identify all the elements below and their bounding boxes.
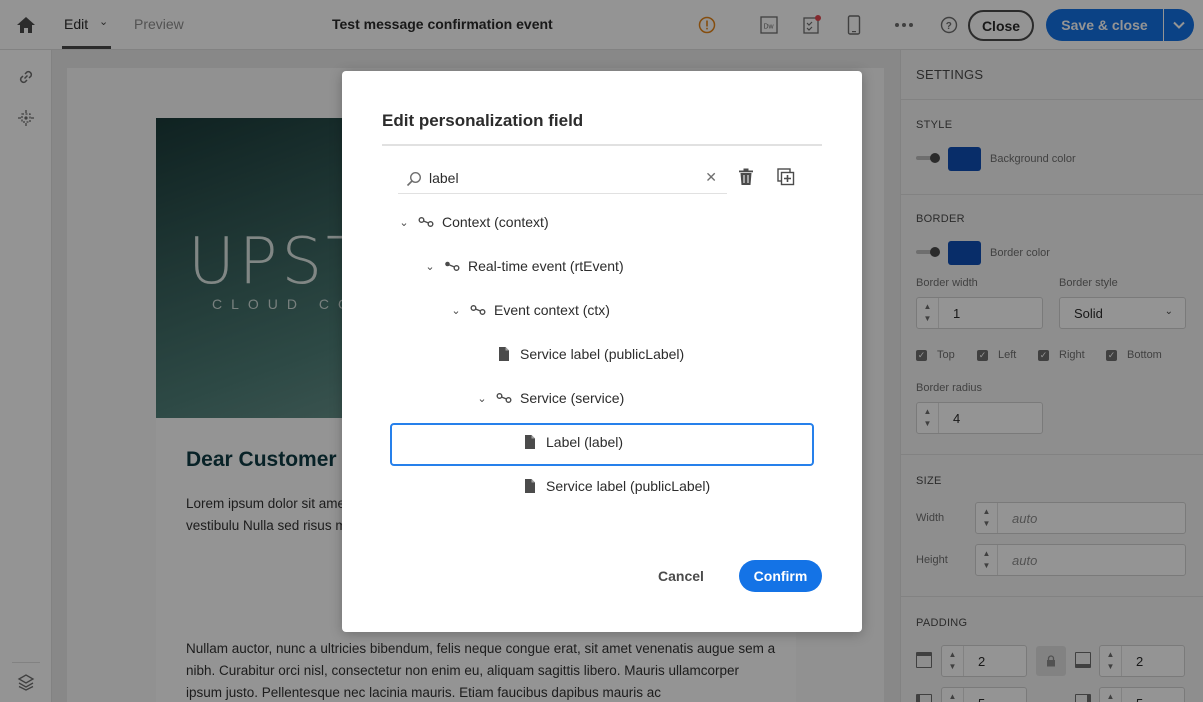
- tree-node-rtevent[interactable]: ⌄ Real-time event (rtEvent): [422, 255, 624, 277]
- link-node-icon: [418, 214, 434, 230]
- file-icon: [522, 478, 538, 494]
- edit-personalization-dialog: Edit personalization field label ✕ ⌄ Con…: [342, 71, 862, 632]
- tree-node-label: Service label (publicLabel): [546, 478, 711, 494]
- chevron-down-icon[interactable]: ⌄: [396, 216, 412, 229]
- tree-node-label: Context (context): [442, 214, 549, 230]
- chevron-down-icon[interactable]: ⌄: [448, 304, 464, 317]
- tree-node-context[interactable]: ⌄ Context (context): [396, 211, 549, 233]
- search-icon: [406, 171, 422, 187]
- delete-icon[interactable]: [736, 167, 756, 187]
- tree-node-label: Event context (ctx): [494, 302, 610, 318]
- file-icon: [496, 346, 512, 362]
- tree-node-event-context[interactable]: ⌄ Event context (ctx): [448, 299, 610, 321]
- link-node-icon: [444, 258, 460, 274]
- search-input[interactable]: label: [429, 170, 459, 186]
- file-icon: [522, 434, 538, 450]
- clear-search-icon[interactable]: ✕: [705, 169, 717, 186]
- cancel-button[interactable]: Cancel: [644, 561, 718, 591]
- search-field[interactable]: label ✕: [398, 165, 727, 194]
- tree-node-label: Service label (publicLabel): [520, 346, 685, 362]
- chevron-down-icon[interactable]: ⌄: [474, 392, 490, 405]
- tree-node-label: Label (label): [546, 434, 624, 450]
- tree-leaf-service-label[interactable]: Service label (publicLabel): [522, 475, 710, 497]
- link-node-icon: [470, 302, 486, 318]
- dialog-divider: [382, 144, 822, 146]
- tree-node-label: Service (service): [520, 390, 625, 406]
- link-node-icon: [496, 390, 512, 406]
- dialog-title: Edit personalization field: [382, 111, 584, 130]
- add-field-icon[interactable]: [776, 167, 796, 187]
- chevron-down-icon[interactable]: ⌄: [422, 260, 438, 273]
- confirm-button[interactable]: Confirm: [739, 560, 822, 592]
- tree-node-service[interactable]: ⌄ Service (service): [474, 387, 624, 409]
- tree-node-label: Real-time event (rtEvent): [468, 258, 624, 274]
- tree-leaf-service-label[interactable]: Service label (publicLabel): [496, 343, 684, 365]
- tree-leaf-label[interactable]: Label (label): [522, 431, 623, 453]
